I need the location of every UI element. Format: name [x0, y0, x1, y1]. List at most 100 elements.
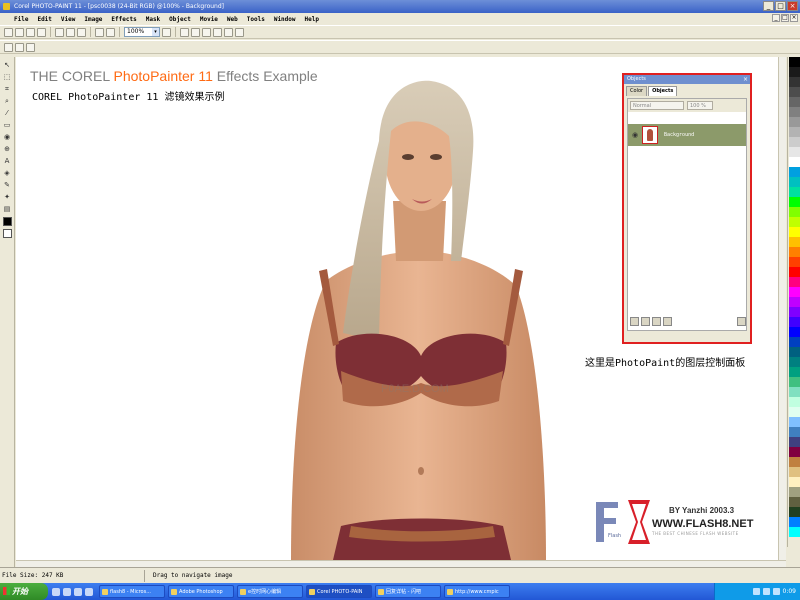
eye-visibility-icon[interactable]: ◉ — [628, 131, 642, 139]
dropdown-tool-icon[interactable] — [235, 27, 244, 37]
palette-swatch[interactable] — [789, 77, 800, 87]
menu-effects[interactable]: Effects — [111, 16, 136, 23]
menu-window[interactable]: Window — [274, 16, 296, 23]
object-icon[interactable] — [213, 27, 222, 37]
export-icon[interactable] — [191, 27, 200, 37]
doc-minimize-icon[interactable]: _ — [772, 14, 780, 22]
taskbar-item[interactable]: e控时网心编辑 — [237, 585, 303, 598]
new-icon[interactable] — [4, 27, 13, 37]
menu-tools[interactable]: Tools — [247, 16, 265, 23]
copy-icon[interactable] — [66, 27, 75, 37]
background-color-swatch[interactable] — [2, 229, 12, 238]
palette-swatch[interactable] — [789, 367, 800, 377]
palette-swatch[interactable] — [789, 197, 800, 207]
volume-icon[interactable] — [762, 588, 770, 595]
blend-mode-select[interactable]: Normal — [630, 101, 684, 110]
doc-close-icon[interactable]: × — [790, 14, 798, 22]
eraser-tool-icon[interactable]: ▭ — [2, 121, 12, 130]
new-object-icon[interactable] — [630, 317, 639, 326]
taskbar-item[interactable]: Corel PHOTO-PAIN — [306, 585, 372, 598]
menu-mask[interactable]: Mask — [146, 16, 160, 23]
paste-icon[interactable] — [77, 27, 86, 37]
palette-swatch[interactable] — [789, 437, 800, 447]
media-icon[interactable] — [74, 587, 82, 596]
menu-web[interactable]: Web — [227, 16, 238, 23]
lock-icon[interactable] — [663, 317, 672, 326]
docker-close-icon[interactable]: × — [743, 75, 748, 84]
paint-tool-icon[interactable]: ✎ — [2, 181, 12, 190]
combine-icon[interactable] — [652, 317, 661, 326]
tab-color[interactable]: Color — [626, 86, 648, 96]
crop-tool-icon[interactable]: ⌗ — [2, 85, 12, 94]
menu-image[interactable]: Image — [84, 16, 102, 23]
palette-swatch[interactable] — [789, 157, 800, 167]
desktop-icon[interactable] — [63, 587, 71, 596]
redeye-tool-icon[interactable]: ◉ — [2, 133, 12, 142]
palette-swatch[interactable] — [789, 397, 800, 407]
doc-restore-icon[interactable]: □ — [781, 14, 789, 22]
palette-swatch[interactable] — [789, 117, 800, 127]
palette-swatch[interactable] — [789, 377, 800, 387]
palette-swatch[interactable] — [789, 137, 800, 147]
taskbar-item[interactable]: Adobe Photoshop — [168, 585, 234, 598]
palette-swatch[interactable] — [789, 97, 800, 107]
palette-swatch[interactable] — [789, 527, 800, 537]
menu-view[interactable]: View — [61, 16, 75, 23]
image-sprayer-icon[interactable]: ▤ — [2, 205, 12, 214]
network-icon[interactable] — [752, 588, 760, 595]
maximize-icon[interactable]: □ — [775, 1, 786, 11]
open-icon[interactable] — [15, 27, 24, 37]
palette-swatch[interactable] — [789, 347, 800, 357]
palette-swatch[interactable] — [789, 467, 800, 477]
menu-help[interactable]: Help — [305, 16, 319, 23]
ie-icon[interactable] — [52, 587, 60, 596]
print-icon[interactable] — [37, 27, 46, 37]
undo-icon[interactable] — [95, 27, 104, 37]
ime-icon[interactable] — [772, 588, 780, 595]
palette-swatch[interactable] — [789, 327, 800, 337]
close-icon[interactable]: × — [787, 1, 798, 11]
palette-swatch[interactable] — [789, 357, 800, 367]
palette-swatch[interactable] — [789, 387, 800, 397]
zoom-in-icon[interactable] — [15, 42, 24, 52]
cut-icon[interactable] — [55, 27, 64, 37]
fill-tool-icon[interactable]: ◈ — [2, 169, 12, 178]
zoom-tool-icon[interactable]: ⌕ — [2, 97, 12, 106]
trash-icon[interactable] — [737, 317, 746, 326]
palette-swatch[interactable] — [789, 487, 800, 497]
opacity-field[interactable]: 100 % — [687, 101, 713, 110]
menu-file[interactable]: File — [14, 16, 28, 23]
palette-swatch[interactable] — [789, 227, 800, 237]
palette-swatch[interactable] — [789, 67, 800, 77]
folder-icon[interactable] — [85, 587, 93, 596]
palette-swatch[interactable] — [789, 297, 800, 307]
taskbar-item[interactable]: flash8 - Micros... — [99, 585, 165, 598]
palette-swatch[interactable] — [789, 287, 800, 297]
start-button[interactable]: 开始 — [0, 583, 48, 600]
palette-swatch[interactable] — [789, 187, 800, 197]
palette-swatch[interactable] — [789, 517, 800, 527]
palette-swatch[interactable] — [789, 57, 800, 67]
text-tool-icon[interactable]: A — [2, 157, 12, 166]
palette-swatch[interactable] — [789, 417, 800, 427]
effect-tool-icon[interactable]: ✦ — [2, 193, 12, 202]
palette-swatch[interactable] — [789, 457, 800, 467]
palette-swatch[interactable] — [789, 177, 800, 187]
new-lens-icon[interactable] — [641, 317, 650, 326]
palette-swatch[interactable] — [789, 147, 800, 157]
foreground-color-swatch[interactable] — [2, 217, 12, 226]
effects-icon[interactable] — [224, 27, 233, 37]
chevron-down-icon[interactable]: ▾ — [152, 28, 159, 36]
palette-swatch[interactable] — [789, 217, 800, 227]
mask-icon[interactable] — [202, 27, 211, 37]
palette-swatch[interactable] — [789, 447, 800, 457]
zoom-out-icon[interactable] — [26, 42, 35, 52]
palette-swatch[interactable] — [789, 407, 800, 417]
palette-swatch[interactable] — [789, 427, 800, 437]
save-icon[interactable] — [26, 27, 35, 37]
palette-swatch[interactable] — [789, 317, 800, 327]
palette-swatch[interactable] — [789, 267, 800, 277]
palette-swatch[interactable] — [789, 497, 800, 507]
minimize-icon[interactable]: _ — [763, 1, 774, 11]
palette-swatch[interactable] — [789, 87, 800, 97]
